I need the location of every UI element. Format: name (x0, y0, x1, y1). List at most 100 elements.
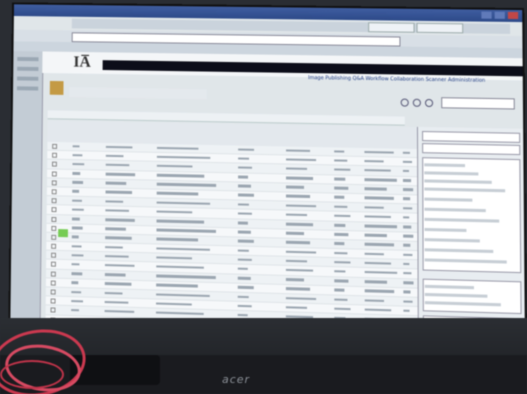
table-cell (286, 148, 311, 152)
close-icon[interactable] (507, 11, 519, 20)
table-cell (364, 270, 398, 275)
table-cell (156, 265, 204, 270)
table-cell (237, 203, 249, 206)
table-cell (237, 258, 252, 262)
panel-field[interactable] (422, 143, 521, 156)
table-cell (334, 214, 351, 218)
table-cell (364, 187, 387, 191)
row-checkbox[interactable] (50, 289, 56, 295)
row-checkbox[interactable] (51, 171, 57, 177)
panel-field[interactable] (422, 131, 521, 143)
refresh-icon[interactable] (400, 98, 409, 107)
table-cell (403, 253, 413, 257)
monitor-screen: IA̅ Image Publishing Q&A Workflow Collab… (10, 4, 525, 345)
row-checkbox[interactable] (51, 243, 57, 249)
table-cell (105, 163, 130, 167)
main-nav[interactable]: Image Publishing Q&A Workflow Collaborat… (308, 75, 485, 84)
table-cell (238, 175, 249, 179)
table-cell (156, 146, 199, 150)
table-cell (237, 221, 248, 225)
sidebar-item[interactable] (17, 66, 39, 71)
table-cell (72, 208, 84, 212)
table-cell (105, 172, 136, 176)
action-toolbar[interactable] (69, 87, 207, 100)
table-cell (156, 228, 216, 233)
table-cell (285, 231, 305, 235)
row-checkbox[interactable] (51, 198, 57, 204)
row-checkbox[interactable] (52, 143, 58, 149)
row-checkbox[interactable] (51, 161, 57, 168)
table-cell (156, 274, 216, 279)
table-cell (285, 241, 311, 245)
table-cell (105, 236, 132, 240)
table-cell (156, 182, 217, 187)
table-cell (402, 188, 414, 192)
browser-tab[interactable] (368, 22, 415, 33)
table-cell (156, 210, 193, 214)
table-cell (105, 145, 133, 149)
table-cell (72, 162, 85, 166)
table-body (45, 141, 418, 345)
help-icon[interactable] (424, 98, 434, 108)
row-checkbox[interactable] (51, 189, 57, 195)
table-cell (237, 286, 254, 290)
sidebar-item[interactable] (17, 56, 39, 62)
search-input[interactable] (441, 97, 515, 110)
table-cell (285, 176, 314, 180)
minimize-icon[interactable] (481, 11, 492, 19)
row-checkbox[interactable] (51, 207, 57, 213)
maximize-icon[interactable] (494, 11, 505, 19)
row-checkbox[interactable] (52, 152, 57, 158)
table-cell (104, 282, 132, 286)
table-cell (104, 264, 135, 268)
table-cell (364, 280, 388, 284)
table-cell (105, 200, 124, 203)
table-cell (237, 304, 252, 308)
table-cell (285, 296, 317, 301)
row-checkbox[interactable] (50, 280, 56, 286)
table-cell (156, 155, 211, 160)
table-cell (104, 273, 126, 277)
table-cell (364, 261, 392, 265)
row-checkbox[interactable] (50, 262, 56, 268)
table-cell (364, 159, 384, 163)
table-cell (105, 181, 127, 185)
row-checkbox[interactable] (50, 307, 56, 313)
sidebar-item[interactable] (17, 76, 39, 81)
row-checkbox[interactable] (51, 225, 57, 231)
table-cell (334, 149, 345, 153)
table-cell (71, 253, 84, 257)
row-checkbox[interactable] (50, 271, 56, 277)
row-checkbox[interactable] (51, 252, 57, 259)
table-cell (237, 230, 251, 234)
table-cell (364, 168, 391, 173)
table-cell (238, 193, 254, 197)
table-cell (71, 290, 82, 294)
table-cell (285, 278, 305, 282)
table-cell (364, 178, 397, 182)
app-logo: IA̅ (73, 53, 91, 71)
table-cell (156, 302, 192, 306)
table-cell (334, 270, 346, 273)
table-cell (105, 218, 135, 222)
table-cell (71, 263, 80, 266)
table-cell (71, 235, 79, 239)
right-panel (416, 126, 525, 345)
row-checkbox[interactable] (50, 298, 56, 304)
row-checkbox[interactable] (51, 234, 57, 240)
table-cell (285, 305, 308, 310)
table-cell (334, 196, 345, 199)
table-cell (334, 177, 346, 181)
table-cell (285, 222, 314, 226)
table-cell (403, 281, 414, 285)
sidebar-item[interactable] (16, 86, 39, 91)
table-cell (71, 226, 83, 230)
table-cell (72, 199, 82, 202)
row-checkbox[interactable] (51, 180, 57, 186)
table-cell (334, 242, 345, 246)
table-cell (105, 254, 129, 258)
settings-icon[interactable] (412, 98, 421, 107)
red-cable (0, 360, 64, 389)
row-checkbox[interactable] (51, 216, 57, 222)
browser-tab[interactable] (416, 22, 464, 34)
